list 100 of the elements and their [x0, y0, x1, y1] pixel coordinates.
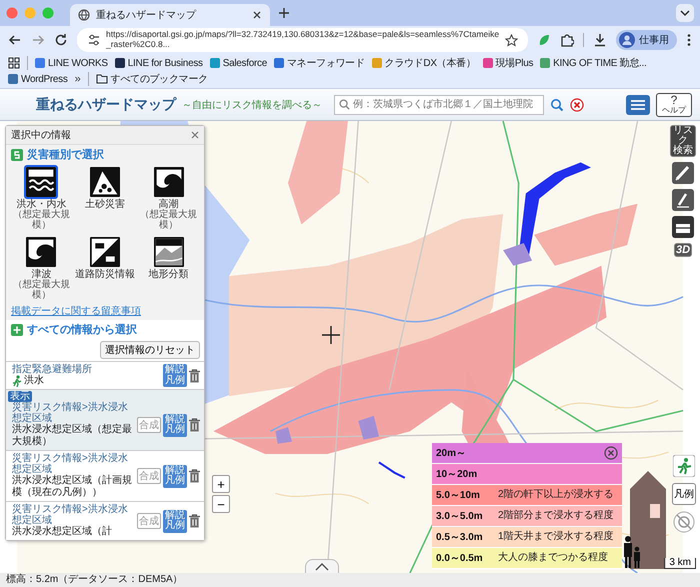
- hazard-type-button[interactable]: 津波 （想定最大規模）: [11, 234, 72, 302]
- close-icon[interactable]: [604, 446, 618, 460]
- trash-icon[interactable]: [189, 368, 200, 382]
- explain-legend-button[interactable]: 解説 凡例: [163, 414, 187, 436]
- more-menu-icon[interactable]: [686, 33, 692, 47]
- depth-description: 1階天井まで浸水する程度: [498, 532, 615, 542]
- chevron-up-icon: [315, 562, 329, 570]
- profile-chip[interactable]: 仕事用: [616, 30, 677, 50]
- hazard-type-button[interactable]: 道路防災情報: [74, 234, 136, 302]
- layer-category: 災害リスク情報>洪水浸水想定区域: [12, 453, 129, 475]
- trash-icon[interactable]: [189, 469, 200, 483]
- waves-icon: [24, 165, 58, 199]
- layer-name: 洪水: [24, 375, 44, 387]
- depth-range: 0.5～3.0m: [436, 531, 484, 544]
- download-icon[interactable]: [593, 33, 607, 47]
- rockfall-icon: [88, 165, 122, 199]
- app-subtitle: ～自由にリスク情報を調べる～: [182, 98, 322, 112]
- close-icon[interactable]: [252, 10, 262, 20]
- depth-description: 2階の軒下以上が浸水する: [498, 490, 615, 500]
- layer-category: 災害リスク情報>洪水浸水想定区域: [12, 402, 129, 424]
- folder-icon: [96, 74, 108, 84]
- search-icon[interactable]: [550, 98, 564, 112]
- close-icon[interactable]: [191, 131, 199, 139]
- layer-category: 指定緊急避難場所: [12, 364, 93, 375]
- plus-icon: [11, 324, 23, 336]
- toolbox-icon[interactable]: [672, 216, 694, 238]
- bookmark-link[interactable]: LINE WORKS: [35, 58, 108, 68]
- explain-legend-button[interactable]: 解説 凡例: [163, 364, 187, 387]
- avatar-icon: [619, 32, 635, 48]
- chevron-down-icon[interactable]: [676, 4, 694, 22]
- bookmark-link[interactable]: Salesforce: [210, 58, 267, 68]
- three-d-button[interactable]: 3D: [674, 243, 692, 257]
- depth-range: 20m～: [436, 447, 468, 460]
- url-text: https://disaportal.gsi.go.jp/maps/?ll=32.732419,130.680313&z=12&base=pale&ls=seamless%7Ctameike_raster%2C0.8...: [106, 30, 500, 50]
- flood-area: [358, 416, 379, 440]
- layer-name: 洪水浸水想定区域（計画規模（現在の凡例））: [12, 475, 133, 499]
- depth-description: 2階部分まで浸水する程度: [498, 510, 615, 522]
- hazard-type-button[interactable]: 地形分類: [138, 234, 199, 302]
- layer-row[interactable]: 指定緊急避難場所 洪水 解説 凡例: [6, 361, 204, 389]
- explain-legend-button[interactable]: 解説 凡例: [163, 510, 187, 532]
- layer-category: 災害リスク情報>洪水浸水想定区域: [12, 504, 129, 526]
- clear-icon[interactable]: [570, 98, 584, 112]
- depth-range: 5.0～10m: [436, 489, 481, 502]
- trash-icon[interactable]: [189, 514, 200, 528]
- plus-icon[interactable]: [278, 7, 290, 19]
- menu-icon[interactable]: [626, 94, 650, 114]
- flood-area: [276, 427, 292, 444]
- apps-grid-icon[interactable]: [8, 57, 20, 69]
- visible-badge: 表示: [8, 391, 32, 402]
- back-icon[interactable]: [8, 33, 22, 47]
- pencil-icon[interactable]: [672, 189, 694, 211]
- more-bookmarks-button[interactable]: »: [74, 73, 81, 85]
- tab-title: 重ねるハザードマップ: [96, 8, 198, 22]
- search-icon: [339, 99, 350, 110]
- bookmark-link[interactable]: KING OF TIME 勤怠...: [540, 56, 646, 70]
- help-button[interactable]: ? ヘルプ: [656, 92, 692, 116]
- bookmark-link[interactable]: マネーフォワード: [274, 56, 365, 70]
- risk-search-button[interactable]: リスク 検索: [670, 125, 696, 157]
- bookmark-link[interactable]: クラウドDX（本番）: [372, 56, 476, 70]
- hazard-type-button[interactable]: 高潮 （想定最大規模）: [138, 164, 199, 232]
- hazard-type-button[interactable]: 土砂災害: [74, 164, 136, 232]
- status-text: 標高：5.2m（データソース：DEM5A）: [0, 573, 700, 587]
- reset-button[interactable]: 選択情報のリセット: [100, 341, 200, 359]
- bookmark-link[interactable]: WordPress: [8, 74, 68, 84]
- address-bar[interactable]: https://disaportal.gsi.go.jp/maps/?ll=32.732419,130.680313&z=12&base=pale&ls=seamless%7Ctameike_raster%2C0.8...: [77, 28, 528, 52]
- crosshair-icon: [322, 326, 340, 344]
- depth-range: 3.0～5.0m: [436, 510, 484, 523]
- pen-icon[interactable]: [672, 162, 694, 184]
- notice-link[interactable]: 掲載データに関する留意事項: [6, 302, 204, 320]
- running-person-icon: [12, 375, 22, 387]
- reload-icon[interactable]: [54, 33, 68, 47]
- legend-button[interactable]: 凡例: [672, 483, 696, 505]
- explain-legend-button[interactable]: 解説 凡例: [163, 464, 187, 488]
- depth-description: 大人の膝までつかる程度: [498, 552, 609, 564]
- expand-tab[interactable]: [305, 559, 339, 573]
- running-person-icon[interactable]: [673, 455, 695, 477]
- wave-icon: [24, 235, 58, 269]
- section-heading: すべての情報から選択: [27, 322, 137, 337]
- puzzle-icon[interactable]: [560, 33, 574, 47]
- select-icon: [11, 148, 23, 160]
- location-off-icon[interactable]: [673, 511, 695, 533]
- layer-name: 洪水浸水想定区域（計: [12, 526, 112, 538]
- trash-icon[interactable]: [189, 418, 200, 432]
- panel-title: 選択中の情報: [11, 128, 71, 142]
- hazard-type-button[interactable]: 洪水・内水 （想定最大規模）: [11, 164, 72, 232]
- globe-icon: [78, 9, 90, 21]
- all-bookmarks-button[interactable]: すべてのブックマーク: [96, 72, 208, 86]
- layer-name: 洪水浸水想定区域（想定最大規模）: [12, 424, 133, 448]
- site-settings-icon[interactable]: [87, 33, 101, 47]
- depth-range: 0.0～0.5m: [436, 552, 484, 565]
- zoom-out-button[interactable]: −: [212, 495, 230, 513]
- bookmark-link[interactable]: 現場Plus: [482, 56, 534, 70]
- scale-bar: 3 km: [664, 558, 696, 569]
- landscape-icon: [152, 235, 186, 269]
- star-icon[interactable]: [505, 34, 518, 46]
- wave-icon: [152, 165, 186, 199]
- zoom-in-button[interactable]: +: [212, 475, 230, 493]
- bookmark-link[interactable]: LINE for Business: [114, 58, 203, 68]
- browser-tab[interactable]: 重ねるハザードマップ: [70, 4, 270, 26]
- road-icon: [88, 235, 122, 269]
